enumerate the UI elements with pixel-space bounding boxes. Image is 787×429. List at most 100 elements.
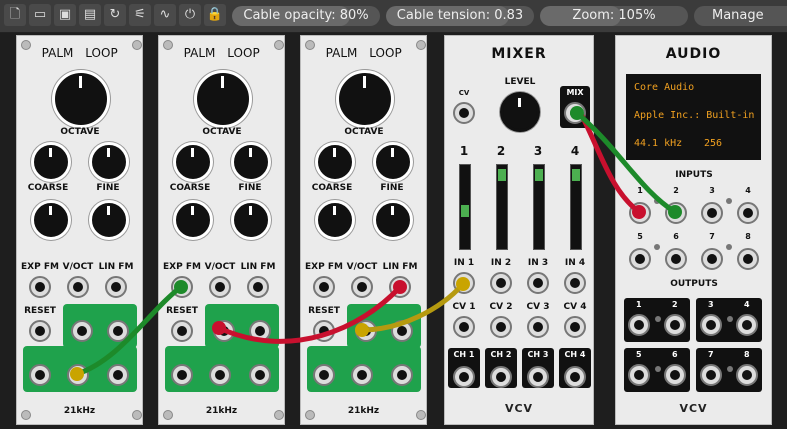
square-output-jack[interactable] [29, 364, 51, 386]
octave-knob[interactable] [194, 70, 252, 128]
slider-handle[interactable] [535, 169, 543, 181]
channel-level-slider[interactable] [533, 164, 545, 250]
fm-attenuator-knob[interactable] [31, 200, 71, 240]
reset-jack[interactable] [171, 320, 193, 342]
mix-output-jack[interactable] [564, 102, 586, 124]
reset-jack[interactable] [29, 320, 51, 342]
audio-output-jack[interactable] [700, 364, 722, 386]
slider-handle[interactable] [572, 169, 580, 181]
audio-input-jack[interactable] [701, 248, 723, 270]
fine-knob[interactable] [89, 142, 129, 182]
power-icon[interactable]: ⏻ [179, 4, 201, 26]
mixer-input-jack[interactable] [527, 272, 549, 294]
audio-input-jack[interactable] [737, 202, 759, 224]
audio-input-jack[interactable] [665, 248, 687, 270]
audio-input-jack[interactable] [629, 248, 651, 270]
audio-input-jack[interactable] [701, 202, 723, 224]
pw-attenuator-knob[interactable] [89, 200, 129, 240]
octave-knob[interactable] [52, 70, 110, 128]
output-number: 6 [672, 350, 678, 359]
sine-output-jack[interactable] [107, 320, 129, 342]
manage-plugins-button[interactable]: Manage plugins [694, 6, 787, 26]
audio-output-jack[interactable] [628, 364, 650, 386]
input-jack[interactable] [105, 276, 127, 298]
audio-input-jack[interactable] [665, 202, 687, 224]
saw-output-jack[interactable] [71, 320, 93, 342]
coarse-knob[interactable] [315, 142, 355, 182]
channel-output-jack[interactable] [490, 366, 512, 388]
input-jack[interactable] [29, 276, 51, 298]
block-size-field[interactable]: 256 [704, 138, 722, 149]
mixer-input-jack[interactable] [453, 272, 475, 294]
channel-level-slider[interactable] [496, 164, 508, 250]
cpu-icon[interactable]: ∿ [154, 4, 176, 26]
sample-rate-field[interactable]: 44.1 kHz [634, 138, 682, 149]
sine-output-jack[interactable] [249, 320, 271, 342]
coarse-knob[interactable] [31, 142, 71, 182]
audio-output-jack[interactable] [664, 364, 686, 386]
octave-knob[interactable] [336, 70, 394, 128]
pw-attenuator-knob[interactable] [373, 200, 413, 240]
input-jack[interactable] [171, 276, 193, 298]
mixer-cv-jack[interactable] [453, 316, 475, 338]
audio-output-jack[interactable] [736, 314, 758, 336]
mixer-cv-jack[interactable] [453, 102, 475, 124]
device-field[interactable]: Apple Inc.: Built-in [634, 110, 754, 121]
sub-output-jack[interactable] [391, 364, 413, 386]
fine-knob[interactable] [373, 142, 413, 182]
triangle-output-jack[interactable] [67, 364, 89, 386]
saw-output-jack[interactable] [355, 320, 377, 342]
cable-tension-slider[interactable]: Cable tension: 0.83 [386, 6, 534, 26]
audio-output-jack[interactable] [700, 314, 722, 336]
slider-handle[interactable] [461, 205, 469, 217]
input-jack[interactable] [67, 276, 89, 298]
channel-level-slider[interactable] [570, 164, 582, 250]
save-icon[interactable]: ▣ [54, 4, 76, 26]
new-icon[interactable]: 🗋 [4, 4, 26, 26]
square-output-jack[interactable] [171, 364, 193, 386]
save-as-icon[interactable]: ▤ [79, 4, 101, 26]
pw-attenuator-knob[interactable] [231, 200, 271, 240]
fine-knob[interactable] [231, 142, 271, 182]
mixer-cv-jack[interactable] [490, 316, 512, 338]
slider-handle[interactable] [498, 169, 506, 181]
triangle-output-jack[interactable] [209, 364, 231, 386]
input-jack[interactable] [351, 276, 373, 298]
level-knob[interactable] [500, 92, 540, 132]
lock-icon[interactable]: 🔒 [204, 4, 226, 26]
channel-output-jack[interactable] [453, 366, 475, 388]
open-icon[interactable]: ▭ [29, 4, 51, 26]
zoom-slider[interactable]: Zoom: 105% [540, 6, 688, 26]
mixer-input-jack[interactable] [490, 272, 512, 294]
mixer-cv-jack[interactable] [527, 316, 549, 338]
disconnect-icon[interactable]: ⚟ [129, 4, 151, 26]
square-output-jack[interactable] [313, 364, 335, 386]
sub-output-jack[interactable] [249, 364, 271, 386]
reset-label: RESET [308, 306, 340, 316]
input-jack[interactable] [247, 276, 269, 298]
audio-output-jack[interactable] [736, 364, 758, 386]
revert-icon[interactable]: ↻ [104, 4, 126, 26]
channel-level-slider[interactable] [459, 164, 471, 250]
driver-field[interactable]: Core Audio [634, 82, 694, 93]
audio-output-jack[interactable] [664, 314, 686, 336]
mixer-cv-jack[interactable] [564, 316, 586, 338]
sub-output-jack[interactable] [107, 364, 129, 386]
channel-output-jack[interactable] [564, 366, 586, 388]
audio-input-jack[interactable] [629, 202, 651, 224]
input-jack[interactable] [389, 276, 411, 298]
cable-opacity-slider[interactable]: Cable opacity: 80% [232, 6, 380, 26]
fm-attenuator-knob[interactable] [173, 200, 213, 240]
fm-attenuator-knob[interactable] [315, 200, 355, 240]
audio-output-jack[interactable] [628, 314, 650, 336]
sine-output-jack[interactable] [391, 320, 413, 342]
mixer-input-jack[interactable] [564, 272, 586, 294]
input-jack[interactable] [209, 276, 231, 298]
reset-jack[interactable] [313, 320, 335, 342]
triangle-output-jack[interactable] [351, 364, 373, 386]
channel-output-jack[interactable] [527, 366, 549, 388]
input-jack[interactable] [313, 276, 335, 298]
coarse-knob[interactable] [173, 142, 213, 182]
saw-output-jack[interactable] [213, 320, 235, 342]
audio-input-jack[interactable] [737, 248, 759, 270]
